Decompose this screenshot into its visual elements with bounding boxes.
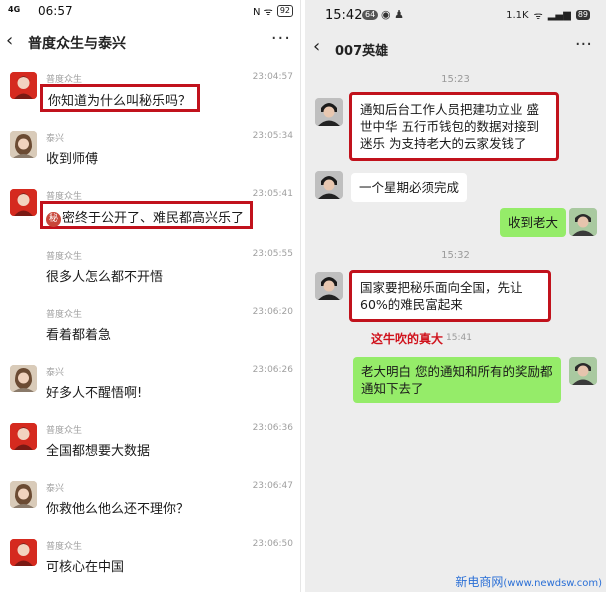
watermark-url: (www.newdsw.com): [503, 578, 602, 589]
more-options-icon[interactable]: ···: [575, 34, 592, 55]
sender-name: 普度众生: [46, 426, 83, 436]
battery-icon: 89: [575, 10, 590, 20]
annotation-caption: 这牛吹的真大: [371, 332, 444, 346]
avatar[interactable]: [10, 365, 37, 392]
chat-title: 007英雄: [335, 44, 389, 59]
caption-time: 15:41: [446, 333, 472, 343]
signal-indicator: 4G: [8, 5, 21, 14]
avatar[interactable]: [315, 171, 343, 199]
message-time: 23:06:47: [252, 481, 293, 491]
avatar[interactable]: [10, 72, 37, 99]
message-time: 23:05:41: [252, 189, 293, 199]
sender-name: 普度众生: [46, 542, 83, 552]
message-time: 23:06:50: [252, 539, 293, 549]
my-avatar[interactable]: [569, 357, 597, 385]
message-bubble: 通知后台工作人员把建功立业 盛世中华 五行币钱包的数据对接到迷乐 为支持老大的云…: [349, 92, 559, 161]
battery-icon: 92: [276, 5, 293, 17]
message-text: 可核心在中国: [46, 560, 125, 575]
right-nav-bar: ‹ 007英雄 ···: [305, 34, 606, 62]
status-time: 06:57: [38, 4, 73, 18]
message-text: 你救他么他么还不理你？: [46, 502, 190, 517]
message-text: 你知道为什么叫秘乐吗？: [40, 84, 201, 112]
message-text: 看着都着急: [46, 328, 112, 343]
wifi-icon: ᯤ: [533, 11, 543, 22]
avatar[interactable]: [315, 98, 343, 126]
message-time: 23:06:36: [252, 423, 293, 433]
left-chat-screenshot: 4G 06:57 N ᯤ 92 ‹ 普度众生与泰兴 ··· 普度众生 23:04…: [0, 0, 301, 592]
message-text-box: 秘密终于公开了、难民都高兴乐了: [40, 201, 254, 229]
message-time: 23:05:55: [252, 249, 293, 259]
back-icon[interactable]: ‹: [313, 36, 320, 57]
my-message-bubble: 收到老大: [500, 208, 567, 237]
message-text: 全国都想要大数据: [46, 444, 151, 459]
chat-title: 普度众生与泰兴: [28, 36, 126, 52]
status-icons: 1.1K ᯤ ▂▄▆ 89: [506, 8, 590, 22]
left-status-bar: 4G 06:57 N ᯤ 92: [0, 0, 300, 22]
back-icon[interactable]: ‹: [6, 30, 13, 51]
status-app-icons: ◉ ♟: [381, 8, 404, 21]
signal-icon: ▂▄▆: [547, 9, 571, 21]
message-time: 23:05:34: [252, 131, 293, 141]
avatar[interactable]: [10, 539, 37, 566]
avatar[interactable]: [315, 272, 343, 300]
chat-timestamp: 15:32: [441, 250, 470, 261]
sender-name: 泰兴: [46, 368, 65, 378]
message-text: 密终于公开了、难民都高兴乐了: [62, 211, 245, 226]
right-status-bar: 15:42 64 ◉ ♟ 1.1K ᯤ ▂▄▆ 89: [305, 0, 606, 28]
message-time: 23:06:26: [252, 365, 293, 375]
avatar[interactable]: [10, 131, 37, 158]
right-chat-screenshot: 15:42 64 ◉ ♟ 1.1K ᯤ ▂▄▆ 89 ‹ 007英雄 ··· 1…: [305, 0, 606, 592]
message-text: 收到师傅: [46, 152, 99, 167]
notification-badge: 64: [362, 10, 379, 20]
site-watermark: 新电商网(www.newdsw.com): [455, 573, 602, 590]
more-options-icon[interactable]: ···: [271, 28, 291, 49]
my-avatar[interactable]: [569, 208, 597, 236]
message-time: 23:06:20: [252, 307, 293, 317]
left-nav-bar: ‹ 普度众生与泰兴 ···: [0, 28, 300, 56]
message-bubble: 一个星期必须完成: [351, 173, 468, 202]
message-text: 很多人怎么都不开悟: [46, 270, 164, 285]
mi-badge-icon: 秘: [46, 212, 61, 227]
network-speed: 1.1K: [506, 9, 529, 21]
message-bubble: 国家要把秘乐面向全国，先让60%的难民富起来: [349, 270, 551, 322]
sender-name: 泰兴: [46, 134, 65, 144]
avatar[interactable]: [10, 189, 37, 216]
avatar[interactable]: [10, 423, 37, 450]
message-time: 23:04:57: [252, 72, 293, 82]
status-icons: N ᯤ 92: [253, 4, 293, 18]
avatar[interactable]: [10, 481, 37, 508]
sender-name: 泰兴: [46, 484, 65, 494]
sender-name: 普度众生: [46, 310, 83, 320]
sender-name: 普度众生: [46, 252, 83, 262]
my-message-bubble: 老大明白 您的通知和所有的奖励都通知下去了: [353, 357, 561, 403]
nfc-wifi-icon: N ᯤ: [253, 7, 273, 18]
message-text: 好多人不醒悟啊!: [46, 386, 143, 401]
status-time: 15:42: [325, 8, 363, 23]
chat-timestamp: 15:23: [441, 74, 470, 85]
watermark-name: 新电商网: [455, 575, 504, 589]
